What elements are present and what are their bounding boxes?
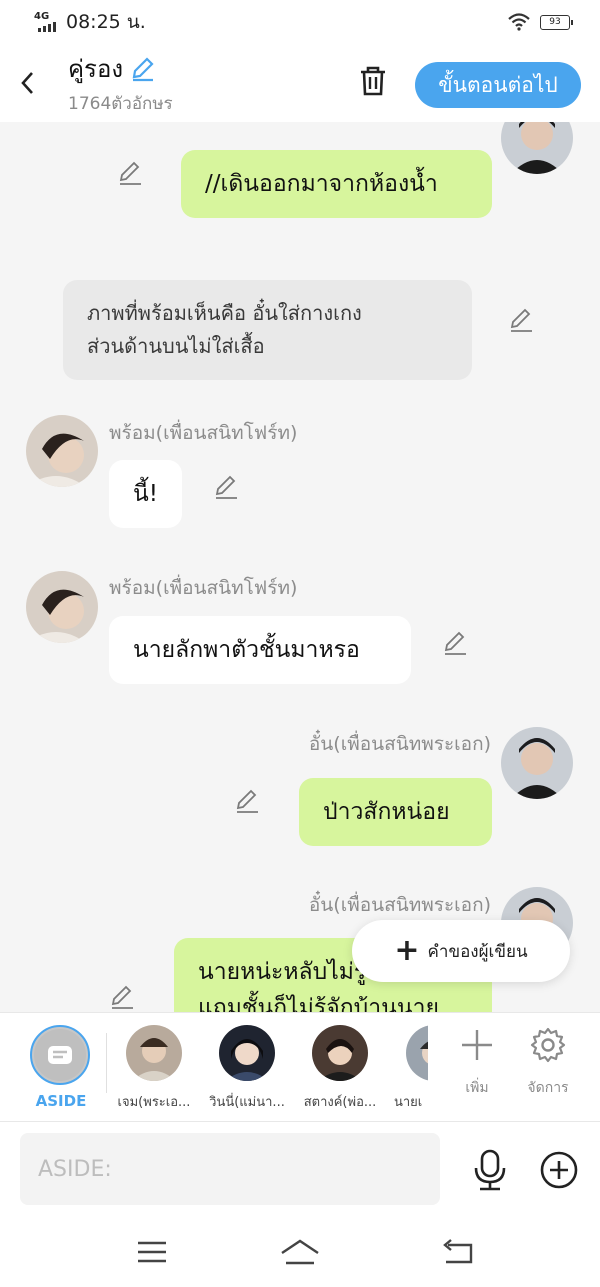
network-type: 4G — [34, 11, 50, 22]
character-name: อั๋น(เพื่อนสนิทพระเอก) — [308, 894, 491, 916]
delete-button[interactable] — [352, 60, 394, 102]
author-note-button[interactable]: + คำของผู้เขียน — [352, 920, 570, 982]
back-button[interactable] — [0, 44, 54, 122]
edit-message-icon[interactable] — [213, 473, 241, 501]
message-bubble[interactable]: //เดินออกมาจากห้องน้ำ — [181, 150, 492, 218]
back-nav-button[interactable] — [438, 1235, 478, 1269]
wifi-icon — [508, 13, 530, 31]
edit-message-icon[interactable] — [508, 306, 536, 334]
message-bubble[interactable]: นายลักพาตัวชั้นมาหรอ — [109, 616, 411, 684]
edit-title-icon[interactable] — [129, 55, 157, 83]
status-bar: 4G 08:25 น. 93 — [0, 0, 600, 44]
add-label: เพิ่ม — [465, 1080, 489, 1096]
message-text: ป่าวสักหน่อย — [323, 799, 450, 825]
edit-message-icon[interactable] — [234, 787, 262, 815]
title-block: คู่รอง 1764ตัวอักษร — [68, 49, 173, 117]
character-label: เจม(พระเอ... — [117, 1095, 191, 1110]
divider — [106, 1033, 107, 1093]
message-text: นายลักพาตัวชั้นมาหรอ — [133, 637, 360, 663]
edit-message-icon[interactable] — [442, 629, 470, 657]
page-title: คู่รอง — [68, 55, 124, 83]
character-label: วินนี่(แม่นา... — [209, 1095, 285, 1110]
character-item[interactable]: วินนี่(แม่นา... — [202, 1025, 292, 1112]
aside-selector[interactable] — [30, 1025, 90, 1085]
message-bubble[interactable]: นี้! — [109, 460, 182, 528]
character-name: พร้อม(เพื่อนสนิทโฟร์ท) — [109, 422, 298, 444]
message-line: แถมชั้นก็ไม่รู้จักบ้านนาย — [198, 995, 440, 1012]
gear-icon — [530, 1027, 566, 1063]
narration-line: ส่วนด้านบนไม่ใส่เสื้อ — [87, 334, 265, 358]
avatar-prom[interactable] — [26, 415, 98, 487]
character-label: นายเ — [394, 1095, 423, 1110]
narration-line: ภาพที่พร้อมเห็นคือ อั๋นใส่กางเกง — [87, 301, 362, 325]
character-avatar — [312, 1025, 368, 1081]
message-input[interactable] — [20, 1133, 440, 1205]
character-item[interactable]: นายเ — [388, 1025, 428, 1112]
manage-label: จัดการ — [527, 1080, 569, 1096]
avatar-prom[interactable] — [26, 571, 98, 643]
battery-icon: 93 — [540, 14, 573, 30]
message-text: //เดินออกมาจากห้องน้ำ — [205, 171, 438, 197]
character-name: อั๋น(เพื่อนสนิทพระเอก) — [308, 733, 491, 755]
trash-icon — [361, 66, 385, 96]
aside-label: ASIDE — [35, 1092, 87, 1110]
character-item[interactable]: สตางค์(พ่อ... — [295, 1025, 385, 1112]
avatar-aun[interactable] — [501, 727, 573, 799]
manage-characters-button[interactable]: จัดการ — [513, 1027, 583, 1099]
plus-icon: + — [394, 933, 420, 968]
character-label: สตางค์(พ่อ... — [303, 1095, 377, 1110]
plus-icon — [462, 1030, 492, 1060]
edit-message-icon[interactable] — [117, 159, 145, 187]
cellular-signal-icon: 4G — [34, 11, 60, 32]
plus-circle-icon — [540, 1151, 578, 1189]
next-step-button[interactable]: ขั้นตอนต่อไป — [415, 62, 581, 108]
status-time: 08:25 น. — [66, 11, 146, 33]
menu-button[interactable] — [132, 1235, 172, 1269]
message-bubble[interactable]: ป่าวสักหน่อย — [299, 778, 492, 846]
home-icon — [281, 1239, 319, 1265]
character-avatar — [126, 1025, 182, 1081]
author-note-label: คำของผู้เขียน — [427, 941, 528, 962]
edit-message-icon[interactable] — [109, 983, 137, 1011]
avatar-aun[interactable] — [501, 122, 573, 174]
chevron-left-icon — [21, 72, 33, 94]
home-button[interactable] — [280, 1235, 320, 1269]
chat-area[interactable]: //เดินออกมาจากห้องน้ำ ภาพที่พร้อมเห็นคือ… — [0, 122, 600, 1012]
character-name: พร้อม(เพื่อนสนิทโฟร์ท) — [109, 577, 298, 599]
system-navigation-bar — [0, 1217, 600, 1287]
back-arrow-icon — [443, 1239, 473, 1264]
voice-input-button[interactable] — [468, 1148, 512, 1192]
add-character-button[interactable]: เพิ่ม — [442, 1027, 512, 1099]
character-bar: ASIDE เจม(พระเอ... วินนี่(แม่นา... สตางค… — [0, 1012, 600, 1122]
narration-bubble[interactable]: ภาพที่พร้อมเห็นคือ อั๋นใส่กางเกง ส่วนด้า… — [63, 280, 472, 380]
aside-chat-icon — [34, 1029, 86, 1081]
message-text: นี้! — [133, 481, 158, 507]
top-bar: คู่รอง 1764ตัวอักษร ขั้นตอนต่อไป — [0, 44, 600, 122]
battery-level: 93 — [549, 17, 561, 27]
add-attachment-button[interactable] — [537, 1148, 581, 1192]
character-avatar — [406, 1025, 428, 1081]
composer — [0, 1122, 600, 1217]
microphone-icon — [474, 1149, 506, 1191]
menu-icon — [138, 1241, 166, 1263]
character-avatar — [219, 1025, 275, 1081]
character-item[interactable]: เจม(พระเอ... — [109, 1025, 199, 1112]
character-count: 1764ตัวอักษร — [68, 94, 173, 114]
